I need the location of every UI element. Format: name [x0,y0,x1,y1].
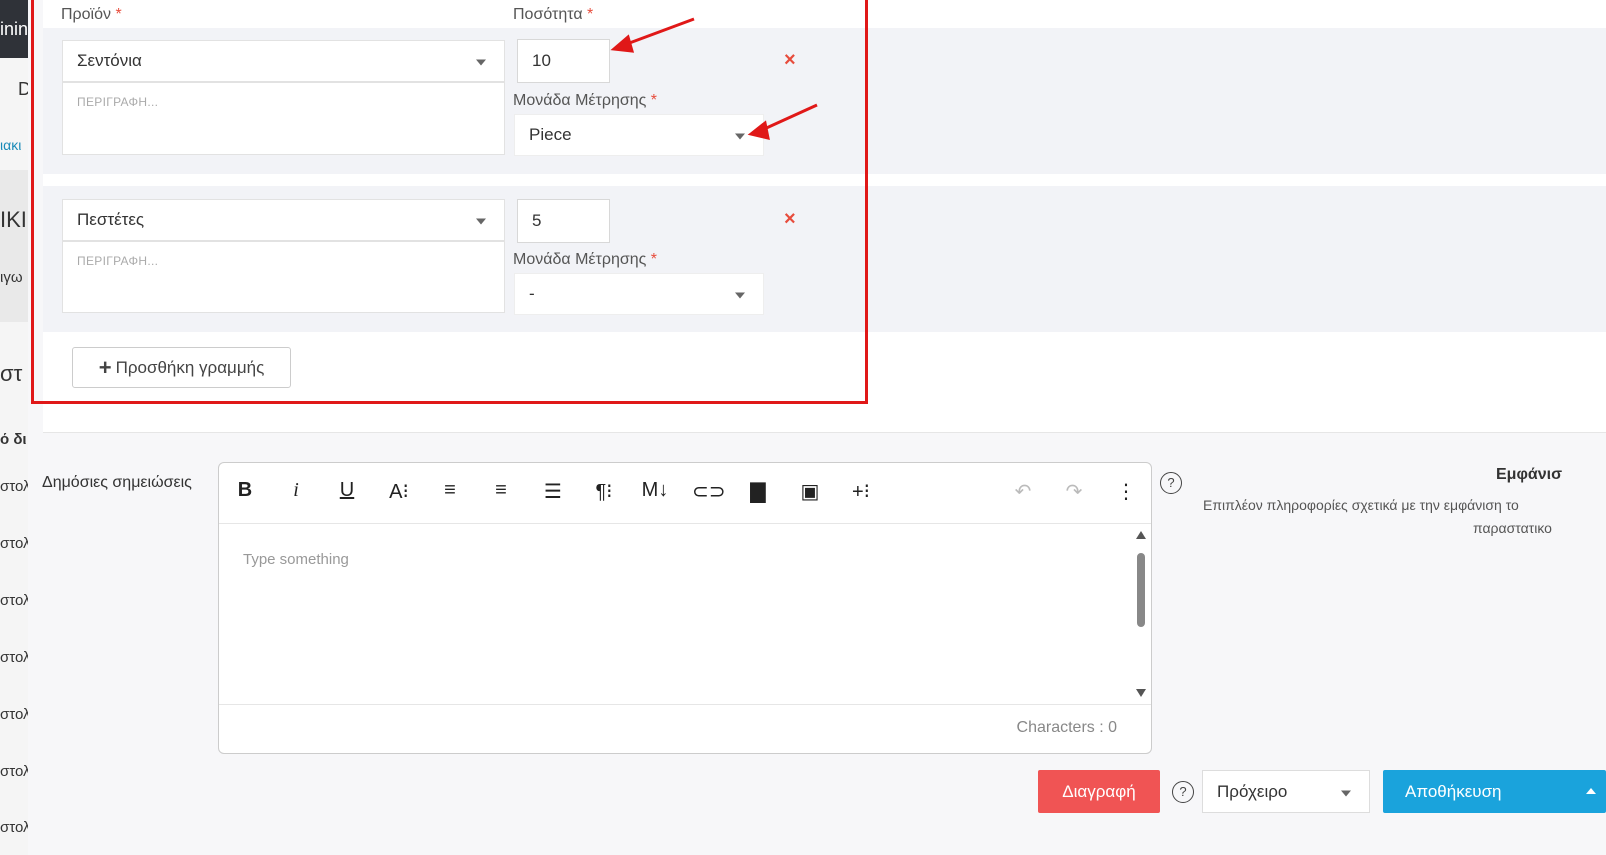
paragraph-icon[interactable]: ¶⁝ [590,479,618,504]
annotation-arrow [747,103,818,140]
link-icon[interactable]: ⊂⊃ [692,479,726,504]
chevron-down-icon [1341,790,1351,796]
save-button[interactable]: Αποθήκευση [1383,770,1606,813]
appearance-title: Εμφάνισ [1496,466,1563,483]
editor-footer: Characters : 0 [219,704,1151,753]
folder-icon[interactable]: ▇ [744,479,772,504]
font-size-icon[interactable]: A⁝ [385,479,413,504]
align-center-icon[interactable]: ≡ [487,479,515,502]
appearance-description: Επιπλέον πληροφορίες σχετικά με την εμφά… [1203,497,1519,513]
editor-placeholder: Type something [243,551,349,568]
help-icon[interactable]: ? [1160,472,1182,494]
public-notes-label: Δημόσιες σημειώσεις [42,474,192,491]
undo-icon[interactable]: ↶ [1009,479,1037,504]
align-left-icon[interactable]: ≡ [436,479,464,502]
rich-text-editor[interactable]: B i U A⁝ ≡ ≡ ☰ ¶⁝ M↓ ⊂⊃ ▇ ▣ +⁝ ↶ ↷ ⋮ Typ… [218,462,1152,754]
redo-icon[interactable]: ↷ [1060,479,1088,504]
appearance-description-continued: παραστατικο [1473,520,1552,536]
markdown-icon[interactable]: M↓ [641,479,669,502]
more-options-icon[interactable]: ⋮ [1112,479,1140,504]
editor-toolbar: B i U A⁝ ≡ ≡ ☰ ¶⁝ M↓ ⊂⊃ ▇ ▣ +⁝ ↶ ↷ ⋮ [219,463,1151,524]
scroll-up-icon[interactable] [1136,531,1146,539]
italic-icon[interactable]: i [282,479,310,502]
bold-icon[interactable]: B [231,479,259,502]
scroll-thumb[interactable] [1137,553,1145,627]
annotation-arrow [610,17,695,53]
chevron-up-icon[interactable] [1586,788,1596,794]
insert-more-icon[interactable]: +⁝ [847,479,875,504]
scroll-down-icon[interactable] [1136,689,1146,697]
ordered-list-icon[interactable]: ☰ [539,479,567,504]
help-icon[interactable]: ? [1172,781,1194,803]
character-count: Characters : 0 [1016,719,1117,736]
image-icon[interactable]: ▣ [796,479,824,504]
editor-scrollbar[interactable] [1135,531,1147,697]
underline-icon[interactable]: U [333,479,361,502]
delete-button[interactable]: Διαγραφή [1038,770,1160,813]
status-select[interactable]: Πρόχειρο [1202,770,1370,813]
